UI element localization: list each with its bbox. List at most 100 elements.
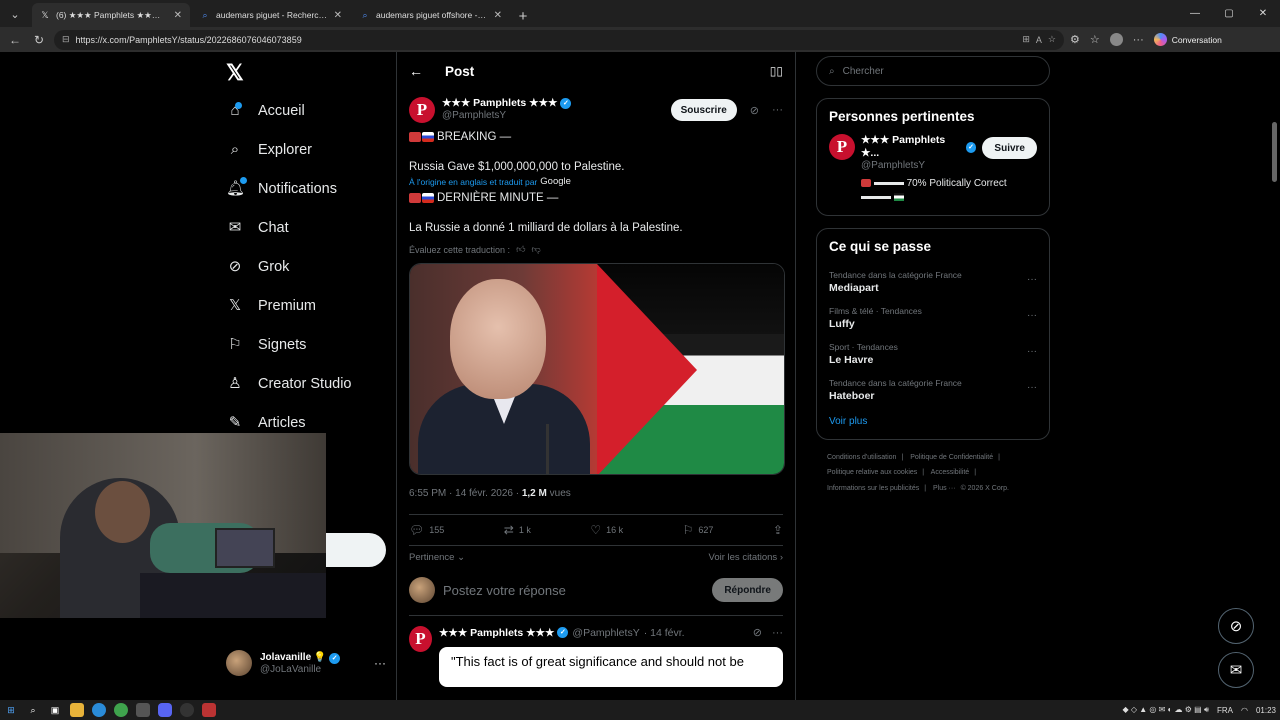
browser-tab[interactable]: ⌕ audemars piguet - Recherche ✕ [192,3,350,27]
see-more-link[interactable]: Voir plus [829,416,1037,427]
address-bar[interactable]: ⊟ https://x.com/PamphletsY/status/202268… [54,29,1064,50]
post-button[interactable] [320,533,386,567]
thumbs-up-icon[interactable]: 👍︎ [516,244,525,255]
verified-icon: ✓ [965,141,977,153]
relevant-person[interactable]: P ★★★ Pamphlets ★... ✓ @PamphletsY Suivre [829,134,1037,173]
discord-icon[interactable] [158,703,172,717]
back-arrow-icon[interactable]: ← [409,63,423,79]
new-tab-button[interactable]: + [512,5,534,27]
bookmark-icon: ⚐ [228,336,242,353]
tray-icons[interactable]: ◆ ◇ ▲ ◎ ✉ ◐ ☁ ⚙ ▤ 🔊︎ [1122,705,1209,715]
trend-item[interactable]: Tendance dans la catégorie France Hatebo… [829,372,1037,408]
nav-item-premium[interactable]: 𝕏 Premium [226,297,316,315]
back-icon[interactable]: ← [6,31,24,49]
repost-button[interactable]: ⇄ 1 k [504,523,531,537]
more-icon[interactable]: ··· [1133,34,1144,46]
messages-fab[interactable]: ✉ [1218,652,1254,688]
footer-link[interactable]: Conditions d'utilisation [827,454,896,461]
avatar[interactable]: P [409,97,435,123]
more-icon[interactable]: ··· [772,104,783,116]
edge-icon[interactable] [92,703,106,717]
chrome-icon[interactable] [114,703,128,717]
mail-icon: ✉ [1229,662,1243,679]
nav-item-notifications[interactable]: 🔔︎ Notifications [226,177,337,198]
favorite-icon[interactable]: ☆ [1048,34,1056,45]
app-icon[interactable] [136,703,150,717]
thumbs-down-icon[interactable]: 👎︎ [531,244,540,255]
more-icon[interactable]: ··· [1027,274,1037,285]
nav-item-articles[interactable]: ✎ Articles [226,414,306,432]
bookmark-button[interactable]: ⚐ 627 [683,523,714,537]
task-view-icon[interactable]: ▣ [48,703,62,717]
nav-item-creator-studio[interactable]: ♙ Creator Studio [226,375,351,393]
author-name[interactable]: ★★★ Pamphlets ★★★ ✓ [442,97,664,110]
refresh-icon[interactable]: ↻ [30,31,48,49]
file-explorer-icon[interactable] [70,703,84,717]
subscribe-button[interactable]: Souscrire [670,99,737,121]
app-icon[interactable] [202,703,216,717]
trend-item[interactable]: Tendance dans la catégorie France Mediap… [829,264,1037,300]
more-icon[interactable]: ··· [374,656,386,670]
reply-tweet[interactable]: P ★★★ Pamphlets ★★★ ✓ @PamphletsY · 14 fé… [397,616,795,687]
footer-link[interactable]: Accessibilité [931,469,970,476]
footer-link[interactable]: Informations sur les publicités [827,485,919,492]
close-icon[interactable]: ✕ [334,10,342,21]
browser-tab[interactable]: ⌕ audemars piguet offshore - Reche ✕ [352,3,510,27]
author-handle[interactable]: @PamphletsY [442,110,664,123]
extensions-icon[interactable]: ⚙ [1070,33,1080,46]
nav-item-explore[interactable]: ⌕ Explorer [226,141,312,159]
follow-button[interactable]: Suivre [982,137,1037,159]
sort-dropdown[interactable]: Pertinence ⌄ [409,552,465,563]
close-window-icon[interactable]: ✕ [1246,0,1280,27]
nav-item-chat[interactable]: ✉ Chat [226,219,289,237]
avatar[interactable]: P [829,134,855,160]
reply-button[interactable]: 💬︎ 155 [409,523,444,537]
trend-item[interactable]: Sport · Tendances Le Havre ··· [829,336,1037,372]
tweet-media[interactable] [409,263,785,475]
minimize-icon[interactable]: — [1178,0,1212,27]
account-switcher[interactable]: Jolavanille 💡 ✓ @JoLaVanille ··· [226,650,386,676]
clock[interactable]: 01:23 [1256,706,1276,715]
reader-mode-icon[interactable]: ▯▯ [770,64,783,78]
browser-tab[interactable]: 𝕏 (6) ★★★ Pamphlets ★★★ sur X : ✕ [32,3,190,27]
nav-item-bookmarks[interactable]: ⚐ Signets [226,336,306,354]
install-app-icon[interactable]: ⊞ [1022,34,1030,45]
nav-item-grok[interactable]: ⊘ Grok [226,258,290,276]
view-quotes-link[interactable]: Voir les citations › [709,552,783,563]
obs-icon[interactable] [180,703,194,717]
close-icon[interactable]: ✕ [174,10,182,21]
read-aloud-icon[interactable]: A [1036,35,1042,45]
page-scrollbar[interactable] [1272,122,1277,182]
favorites-icon[interactable]: ☆ [1090,33,1100,46]
close-icon[interactable]: ✕ [494,10,502,21]
trend-item[interactable]: Films & télé · Tendances Luffy ··· [829,300,1037,336]
maximize-icon[interactable]: ▢ [1212,0,1246,27]
footer-link[interactable]: Politique de Confidentialité [910,454,993,461]
nav-item-home[interactable]: ⌂ Accueil [226,102,305,120]
more-icon[interactable]: ··· [1027,346,1037,357]
profile-icon[interactable] [1109,33,1123,46]
search-icon[interactable]: ⌕ [26,703,40,717]
site-info-icon[interactable]: ⊟ [62,34,70,45]
copilot-conversation-button[interactable]: Conversation [1153,33,1222,46]
avatar[interactable]: P [409,626,432,652]
reply-submit-button[interactable]: Répondre [712,578,783,602]
footer-link[interactable]: Plus ··· [933,485,956,492]
more-icon[interactable]: ··· [1027,310,1037,321]
like-button[interactable]: ♡ 16 k [590,523,623,537]
reply-input[interactable]: Postez votre réponse [443,583,704,598]
windows-start-icon[interactable]: ⊞ [4,703,18,717]
tab-list-icon[interactable]: ⌄ [4,3,26,25]
panel-title: Ce qui se passe [829,238,932,254]
grok-icon[interactable]: ⊘ [750,104,759,117]
x-logo-icon[interactable]: 𝕏 [226,60,248,85]
more-icon[interactable]: ··· [1027,382,1037,393]
grok-fab[interactable]: ⊘ [1218,608,1254,644]
author-name[interactable]: ★★★ Pamphlets ★★★ ✓ [439,627,569,639]
wifi-icon[interactable]: ◠ [1241,706,1248,715]
more-icon[interactable]: ··· [772,627,783,639]
footer-link[interactable]: Politique relative aux cookies [827,469,917,476]
share-button[interactable]: ⇪ [773,523,783,537]
grok-icon[interactable]: ⊘ [753,626,762,639]
search-input[interactable]: ⌕ Chercher [816,56,1050,86]
